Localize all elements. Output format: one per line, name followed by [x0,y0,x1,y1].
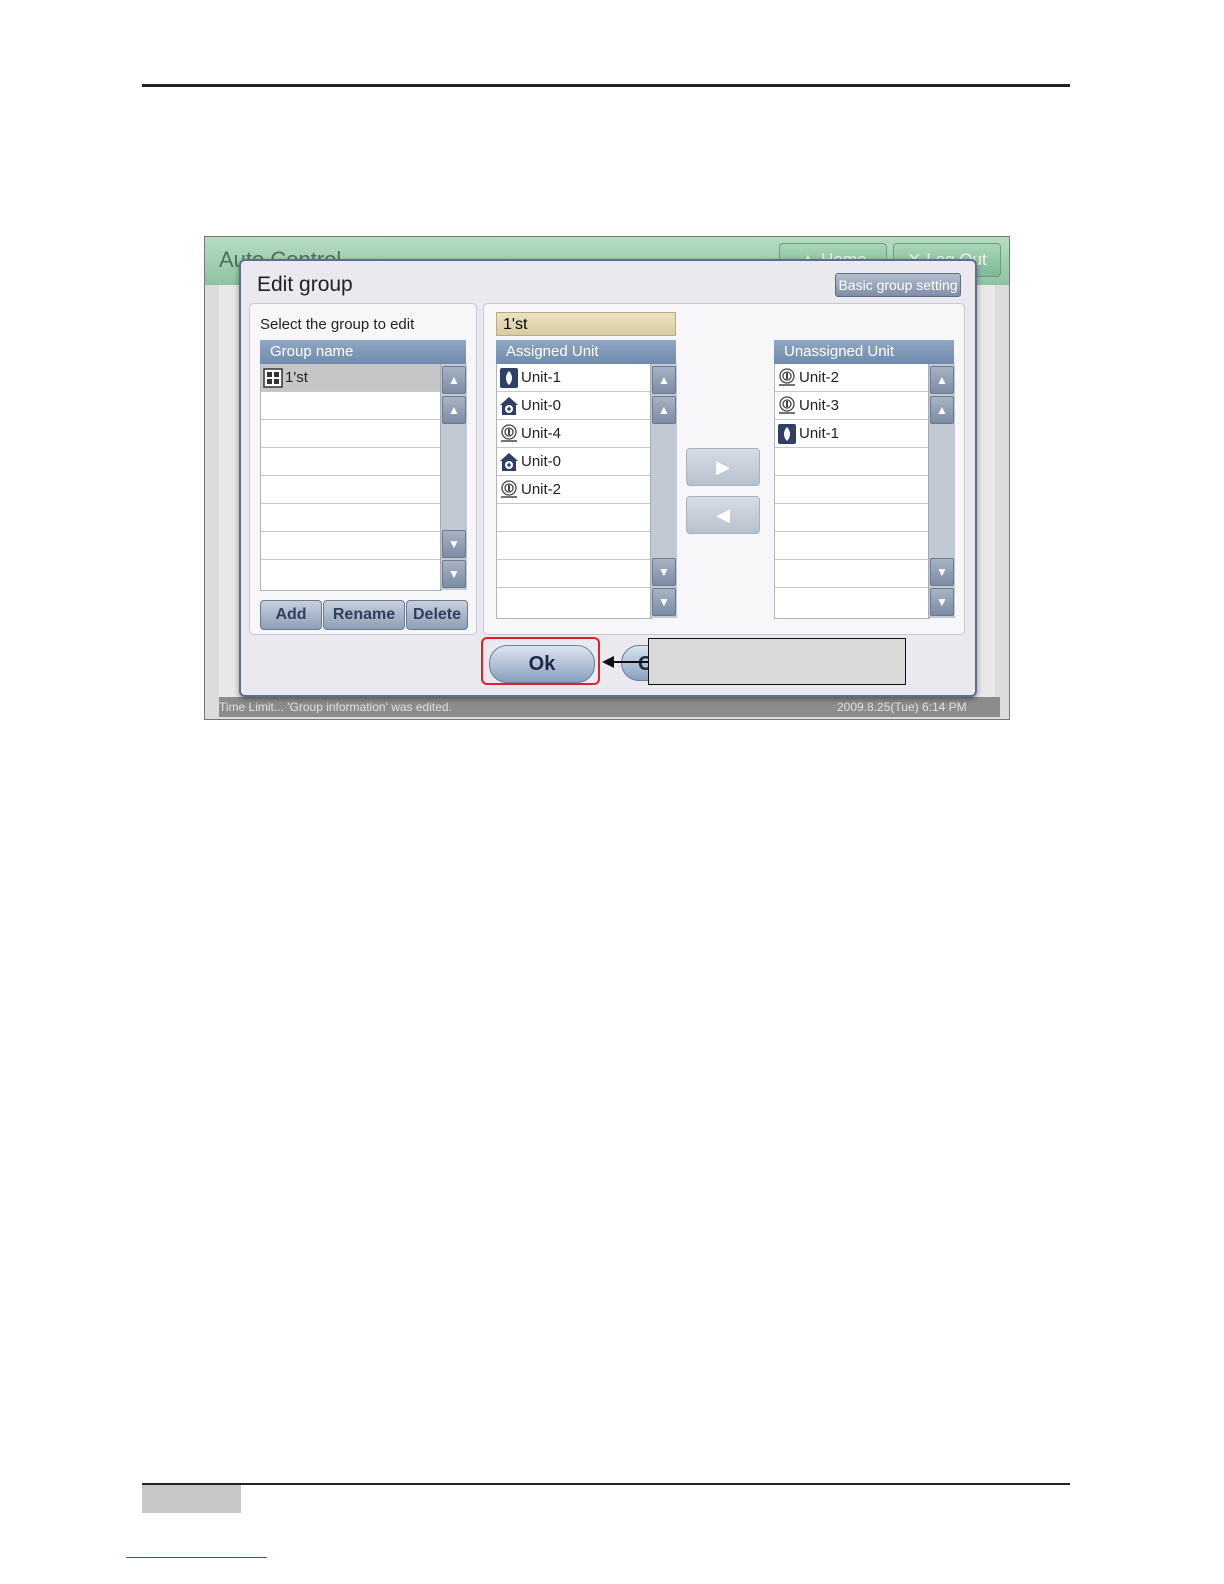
list-item[interactable] [497,588,651,616]
list-item[interactable]: Unit-3 [775,392,929,420]
list-item[interactable] [775,532,929,560]
ventilation-unit-icon [499,479,519,500]
callout-arrow [602,656,650,668]
move-right-button[interactable]: ▶ [686,448,760,486]
rename-button[interactable]: Rename [323,600,405,630]
home-unit-icon [499,452,519,472]
scroll-top-button[interactable]: ▲ [930,366,954,394]
list-item[interactable]: Unit-0 [497,448,651,476]
chevron-right-icon: ▶ [716,457,730,477]
unit-label: Unit-3 [799,396,840,414]
group-grid-icon [263,367,283,388]
group-select-panel: Select the group to edit Group name 1'st [249,303,477,635]
scroll-up-button[interactable]: ▲ [930,396,954,424]
unit-label: Unit-1 [521,368,562,386]
scroll-top-button[interactable]: ▲ [442,366,466,394]
scroll-down-button[interactable]: ▼ [930,558,954,586]
list-item[interactable]: Unit-0 [497,392,651,420]
list-item[interactable] [497,504,651,532]
scroll-down-button[interactable]: ▼ [652,558,676,586]
top-rule [142,84,1070,87]
page-number-tab [142,1485,241,1513]
scroll-top-button[interactable]: ▲ [652,366,676,394]
ahu-unit-icon [499,367,519,388]
unit-label: Unit-0 [521,452,562,470]
scroll-bottom-button[interactable]: ▼ [930,588,954,616]
home-unit-icon [499,396,519,416]
ventilation-unit-icon [499,423,519,444]
chevron-left-icon: ◀ [716,505,730,525]
scroll-up-button[interactable]: ▲ [442,396,466,424]
ok-highlight-box [481,637,600,685]
list-item[interactable] [261,476,441,504]
unit-label: Unit-2 [799,368,840,386]
add-button[interactable]: Add [260,600,322,630]
assigned-list-scrollbar[interactable]: ▲ ▲ ▼ ▼ [650,364,677,618]
unassigned-list-scrollbar[interactable]: ▲ ▲ ▼ ▼ [928,364,955,618]
group-list-header: Group name [260,340,466,364]
ventilation-unit-icon [777,367,797,388]
group-list-scrollbar[interactable]: ▲ ▲ ▼ ▼ [440,364,467,590]
list-item[interactable] [497,560,651,588]
scroll-up-button[interactable]: ▲ [652,396,676,424]
unit-label: Unit-4 [521,424,562,442]
unassigned-unit-list: Unit-2 Unit-3 Unit-1 [774,364,930,619]
basic-group-setting-button[interactable]: Basic group setting [835,273,961,297]
scroll-down-button[interactable]: ▼ [442,530,466,558]
list-item[interactable]: Unit-1 [775,420,929,448]
unit-label: Unit-2 [521,480,562,498]
dialog-title: Edit group [257,273,353,296]
list-item[interactable] [261,420,441,448]
list-item[interactable] [261,448,441,476]
list-item[interactable] [261,392,441,420]
group-list-item[interactable]: 1'st [261,364,441,392]
unit-assignment-panel: 1'st Assigned Unit Unit-1 Unit-0 Unit-4 [483,303,965,635]
status-message: Time Limit... 'Group information' was ed… [219,700,452,714]
ventilation-unit-icon [777,395,797,416]
select-group-label: Select the group to edit [260,316,415,333]
group-list-item-label: 1'st [285,368,308,386]
assigned-unit-list: Unit-1 Unit-0 Unit-4 Unit-0 Unit-2 [496,364,652,619]
list-item[interactable]: Unit-1 [497,364,651,392]
scroll-bottom-button[interactable]: ▼ [442,560,466,588]
scroll-bottom-button[interactable]: ▼ [652,588,676,616]
list-item[interactable] [775,476,929,504]
unassigned-unit-header: Unassigned Unit [774,340,954,364]
list-item[interactable] [775,448,929,476]
status-datetime: 2009.8.25(Tue) 6:14 PM [837,700,967,714]
move-left-button[interactable]: ◀ [686,496,760,534]
assigned-unit-header: Assigned Unit [496,340,676,364]
ahu-unit-icon [777,423,797,444]
list-item[interactable] [775,560,929,588]
current-group-field[interactable]: 1'st [496,312,676,336]
list-item[interactable] [261,532,441,560]
list-item[interactable] [775,588,929,616]
group-list: 1'st [260,364,442,591]
list-item[interactable] [775,504,929,532]
unit-label: Unit-0 [521,396,562,414]
list-item[interactable]: Unit-2 [775,364,929,392]
bottom-rule [142,1483,1070,1485]
list-item[interactable]: Unit-4 [497,420,651,448]
unit-label: Unit-1 [799,424,840,442]
footer-link-underline [126,1557,267,1558]
list-item[interactable] [261,560,441,588]
list-item[interactable]: Unit-2 [497,476,651,504]
callout-box [648,638,906,685]
delete-button[interactable]: Delete [406,600,468,630]
list-item[interactable] [261,504,441,532]
edit-group-dialog: Edit group Basic group setting Select th… [239,259,977,697]
list-item[interactable] [497,532,651,560]
